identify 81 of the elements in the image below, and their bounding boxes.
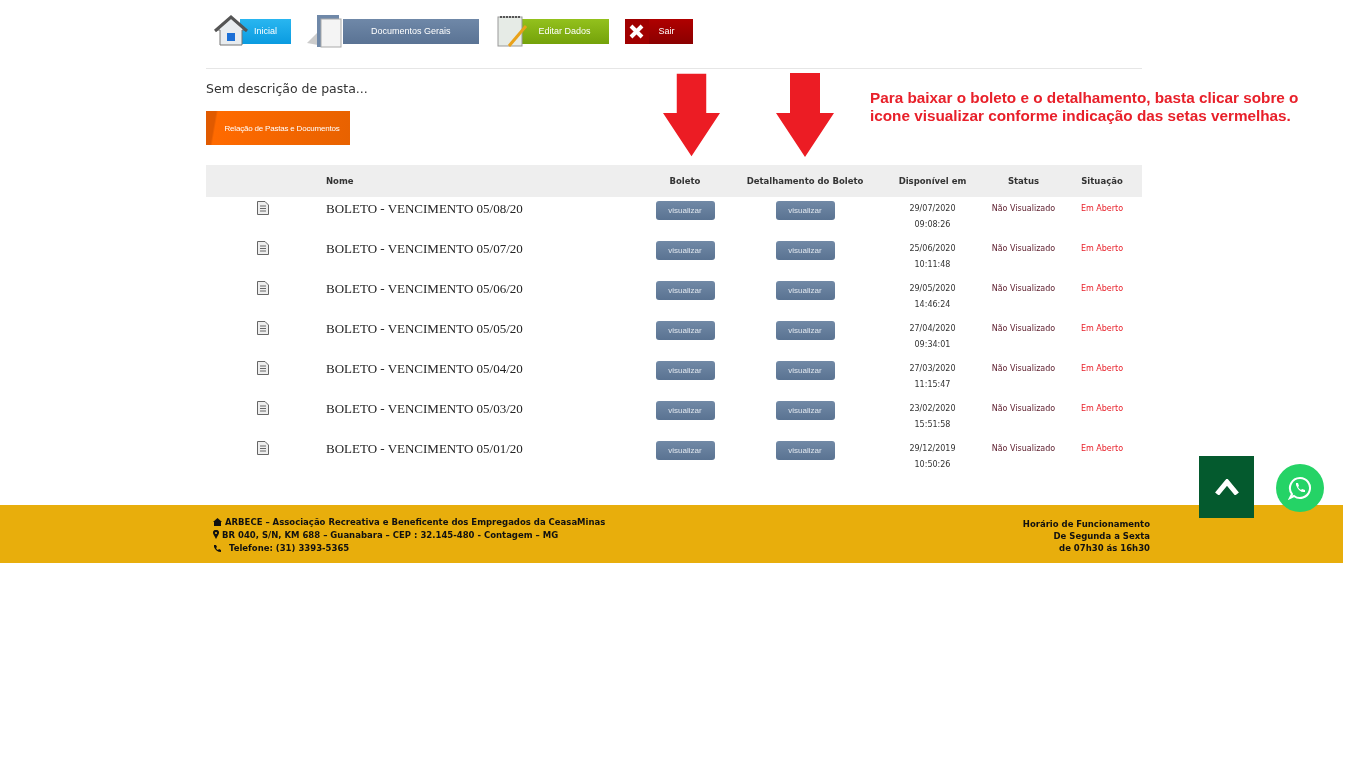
available-time: 15:51:58	[914, 419, 951, 431]
chevron-up-icon	[1214, 479, 1239, 495]
available-date: 27/03/2020	[909, 363, 956, 375]
view-button[interactable]: visualizar	[655, 201, 715, 220]
available-time: 10:50:26	[914, 459, 951, 471]
status-text: Não Visualizado	[991, 443, 1056, 455]
phone-icon	[213, 543, 222, 553]
view-button[interactable]: visualizar	[655, 441, 715, 460]
available-time: 10:11:48	[914, 259, 951, 271]
situation-text: Em Aberto	[1080, 243, 1124, 255]
available-time: 09:08:26	[914, 219, 951, 231]
hours-text: de 07h30 ás 16h30	[1059, 543, 1150, 553]
available-time: 11:15:47	[914, 379, 951, 391]
folder-description: Sem descrição de pasta...	[206, 81, 369, 96]
document-icon	[257, 201, 269, 215]
document-icon	[257, 361, 269, 375]
situation-text: Em Aberto	[1080, 203, 1124, 215]
available-date: 29/07/2020	[909, 203, 956, 215]
view-button[interactable]: visualizar	[775, 201, 835, 220]
view-button[interactable]: visualizar	[655, 281, 715, 300]
status-text: Não Visualizado	[991, 323, 1056, 335]
document-name: BOLETO - VENCIMENTO 05/07/20	[326, 241, 523, 257]
scroll-top-button[interactable]	[1199, 456, 1254, 518]
instruction-note: Para baixar o boleto e o detalhamento, basta clicar sobre o icone visualizar conforme indicação das setas vermelhas.	[870, 89, 1300, 126]
hours-text: De Segunda a Sexta	[1053, 531, 1150, 541]
status-text: Não Visualizado	[991, 363, 1056, 375]
available-date: 23/02/2020	[909, 403, 956, 415]
document-name: BOLETO - VENCIMENTO 05/01/20	[326, 441, 523, 457]
column-header: Disponível em	[898, 176, 967, 186]
document-icon	[257, 281, 269, 295]
document-name: BOLETO - VENCIMENTO 05/03/20	[326, 401, 523, 417]
column-header: Boleto	[669, 176, 701, 186]
map-pin-icon	[213, 530, 219, 540]
document-name: BOLETO - VENCIMENTO 05/04/20	[326, 361, 523, 377]
down-arrow-icon	[776, 73, 834, 157]
view-button[interactable]: visualizar	[655, 361, 715, 380]
home-icon	[213, 517, 222, 526]
hours-text: Horário de Funcionamento	[1022, 519, 1150, 529]
available-date: 27/04/2020	[909, 323, 956, 335]
down-arrow-icon	[663, 73, 720, 157]
notepad-icon	[494, 14, 529, 48]
document-name: BOLETO - VENCIMENTO 05/05/20	[326, 321, 523, 337]
status-text: Não Visualizado	[991, 283, 1056, 295]
column-header: Status	[1007, 176, 1040, 186]
document-icon	[257, 241, 269, 255]
situation-text: Em Aberto	[1080, 443, 1124, 455]
document-name: BOLETO - VENCIMENTO 05/06/20	[326, 281, 523, 297]
situation-text: Em Aberto	[1080, 283, 1124, 295]
document-icon	[257, 321, 269, 335]
close-icon	[624, 18, 649, 44]
view-button[interactable]: visualizar	[775, 281, 835, 300]
view-button[interactable]: visualizar	[775, 241, 835, 260]
situation-text: Em Aberto	[1080, 403, 1124, 415]
document-icon	[257, 441, 269, 455]
view-button[interactable]: visualizar	[775, 361, 835, 380]
available-date: 29/05/2020	[909, 283, 956, 295]
status-text: Não Visualizado	[991, 243, 1056, 255]
view-button[interactable]: visualizar	[655, 401, 715, 420]
status-text: Não Visualizado	[991, 203, 1056, 215]
situation-text: Em Aberto	[1080, 323, 1124, 335]
column-header: Situação	[1081, 176, 1123, 186]
situation-text: Em Aberto	[1080, 363, 1124, 375]
section-button[interactable]: Relação de Pastas e Documentos	[206, 111, 350, 145]
footer-text: ARBECE – Associação Recreativa e Beneficente dos Empregados da CeasaMinas	[225, 516, 606, 527]
column-header: Nome	[326, 176, 354, 186]
available-time: 09:34:01	[914, 339, 951, 351]
view-button[interactable]: visualizar	[775, 321, 835, 340]
status-text: Não Visualizado	[991, 403, 1056, 415]
view-button[interactable]: visualizar	[655, 321, 715, 340]
chat-phone-icon	[1288, 476, 1312, 500]
view-button[interactable]: visualizar	[775, 441, 835, 460]
view-button[interactable]: visualizar	[775, 401, 835, 420]
available-date: 25/06/2020	[909, 243, 956, 255]
footer-text: BR 040, S/N, KM 688 – Guanabara – CEP : 32.145-480 - Contagem – MG	[222, 530, 559, 540]
document-name: BOLETO - VENCIMENTO 05/08/20	[326, 201, 523, 217]
footer-text: Telefone: (31) 3393-5365	[229, 543, 350, 554]
available-time: 14:46:24	[914, 299, 951, 311]
view-button[interactable]: visualizar	[655, 241, 715, 260]
column-header: Detalhamento do Boleto	[746, 176, 864, 186]
document-icon	[257, 401, 269, 415]
available-date: 29/12/2019	[909, 443, 956, 455]
